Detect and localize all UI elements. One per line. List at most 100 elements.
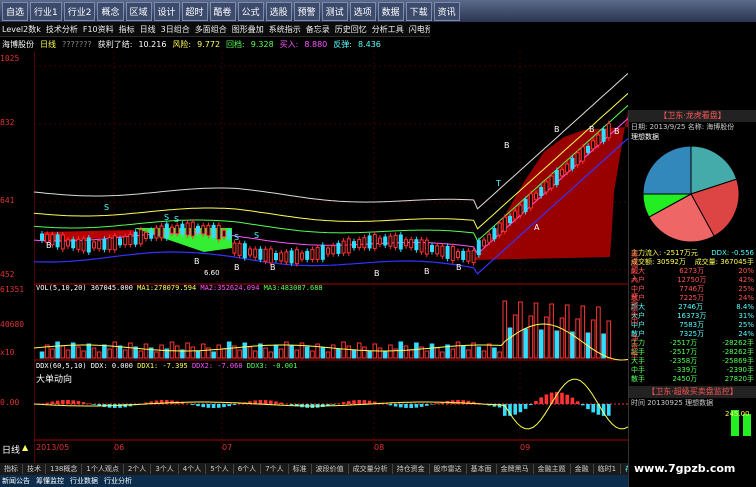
ddx-bar [206, 404, 211, 408]
buy-rows: 超大 6273万 20% 大户 12750万 42% 中户 7746万 25% 散户 7225万 24… [629, 267, 756, 303]
menu-button[interactable]: 公式 [237, 1, 264, 21]
menu-button[interactable]: 选股 [265, 1, 292, 21]
toolbar-item[interactable]: 多面组合 [195, 24, 227, 35]
candle-body [196, 225, 200, 233]
module-tab[interactable]: 新闻公告 [2, 476, 30, 486]
net-rows: 主力 -2517万 -28262手 超手 -2517万 -28262手 大手 -2358万 -2… [629, 339, 756, 384]
toolbar-item[interactable]: Level2数k [2, 24, 41, 35]
vertical-buy-label: 资金买入 [630, 250, 639, 282]
menu-button[interactable]: 下载 [405, 1, 432, 21]
candle-body [435, 245, 440, 255]
panel2-bars: 245.00 [629, 408, 756, 438]
period-indicator[interactable]: 日线 [2, 443, 20, 456]
indicator-tab[interactable]: 6个人 [234, 464, 262, 474]
ddx-bar [539, 397, 543, 404]
indicator-tab[interactable]: 临时1 [594, 464, 622, 474]
indicator-tab[interactable]: 金融 [571, 464, 594, 474]
volume-bar [346, 345, 352, 359]
indicator-tab[interactable]: 金牌黑马 [497, 464, 534, 474]
indicator-tab[interactable]: 成交量分析 [349, 464, 393, 474]
indicator-tab[interactable]: 2个人 [124, 464, 152, 474]
bottom-tab-bar: 指标 技术 138概念 1个人观点 2个人 3个人 4个人 5个人 6个人 7个人 标准 波段价值 成交… [0, 463, 628, 487]
vol-ma3: 483087.688 [280, 284, 323, 292]
toolbar-item[interactable]: 3日组合 [161, 24, 190, 35]
indicator-tab[interactable]: 1个人观点 [82, 464, 124, 474]
toolbar-item[interactable]: 技术分析 [46, 24, 78, 35]
date-label: 06 [114, 443, 125, 452]
indicator-tab[interactable]: 3个人 [151, 464, 179, 474]
price-axis-label: 452 [0, 270, 15, 279]
toolbar-item[interactable]: 指标 [119, 24, 135, 35]
indicator-tab[interactable]: 标准 [289, 464, 312, 474]
toolbar-item[interactable]: 闪电预警 [409, 24, 430, 35]
vol-info: VOL(5,10,20) 367045.000 MA1:278079.594 M… [36, 284, 323, 292]
ddx-bar [269, 400, 273, 404]
candle-body [591, 140, 596, 150]
toolbar-item[interactable]: 图形叠加 [232, 24, 264, 35]
indicator-tab[interactable]: 持仓资金 [393, 464, 430, 474]
toolbar-item[interactable]: 系统指示 [269, 24, 301, 35]
data-row: 超大 2746万 8.4% [629, 303, 756, 312]
toolbar-item[interactable]: 分析工具 [372, 24, 404, 35]
toolbar-item[interactable]: 备忘录 [306, 24, 330, 35]
data-row: 超大 6273万 20% [629, 267, 756, 276]
date-label: 2013/05 [36, 443, 70, 452]
toolbar-item[interactable]: 日线 [140, 24, 156, 35]
data-row: 散户 7225万 24% [629, 294, 756, 303]
data-cell: 24% [738, 294, 754, 302]
ddx-bar [341, 402, 346, 404]
kline-chart[interactable]: SSS SSBBB BB B BBB B BT6.60A [34, 52, 628, 463]
menu-button[interactable]: 资讯 [433, 1, 460, 21]
volume-bar [476, 346, 482, 359]
ddx-bar [456, 400, 460, 404]
menu-button[interactable]: 酷卷 [209, 1, 236, 21]
pie-slice [642, 145, 692, 195]
stock-name[interactable]: 海博股份 [2, 39, 34, 50]
candle-body [580, 146, 585, 162]
toolbar-item[interactable]: 历史回忆 [335, 24, 367, 35]
indicator-tab[interactable]: 股市雷达 [430, 464, 467, 474]
indicator-tab[interactable]: 存为模板 [621, 464, 628, 474]
indicator-tab[interactable]: 5个人 [206, 464, 234, 474]
menu-button[interactable]: 预警 [293, 1, 320, 21]
candle-body [185, 222, 190, 236]
candle-body [102, 238, 107, 250]
module-tab[interactable]: 行业分析 [104, 476, 132, 486]
menu-button[interactable]: 行业1 [30, 1, 62, 21]
module-tab[interactable]: 筹懂监控 [36, 476, 64, 486]
candle-body [315, 246, 320, 260]
menu-button[interactable]: 区域 [125, 1, 152, 21]
indicator-tab[interactable]: 波段价值 [312, 464, 349, 474]
candle-body [357, 239, 362, 249]
indicator-tab[interactable]: 指标 [0, 464, 23, 474]
candle-body [112, 235, 117, 251]
candle-body [534, 192, 538, 200]
menu-button[interactable]: 数据 [377, 1, 404, 21]
menu-button[interactable]: 自选 [2, 1, 29, 21]
indicator-tab[interactable]: 138概念 [46, 464, 83, 474]
volume-bar [388, 344, 393, 359]
menu-button[interactable]: 概念 [97, 1, 124, 21]
indicator-tab[interactable]: 7个人 [261, 464, 289, 474]
indicator-tab[interactable]: 4个人 [179, 464, 207, 474]
ddx-bar [347, 401, 351, 404]
candle-body [430, 244, 434, 252]
s-label: S [254, 231, 259, 240]
menu-button[interactable]: 测试 [321, 1, 348, 21]
vol-value: 367045.000 [90, 284, 133, 292]
indicator-tab[interactable]: 金融主题 [534, 464, 571, 474]
menu-button[interactable]: 行业2 [63, 1, 96, 21]
candle-body [539, 187, 544, 197]
module-tab[interactable]: 行业数据 [70, 476, 98, 486]
indicator-tab[interactable]: 基本面 [467, 464, 497, 474]
menu-button[interactable]: 选项 [349, 1, 376, 21]
ddx-bar [570, 397, 575, 404]
candle-body [81, 238, 86, 252]
menu-button[interactable]: 设计 [153, 1, 180, 21]
indicator-tab[interactable]: 技术 [23, 464, 46, 474]
ddx-value: DDX: 0.000 [90, 362, 133, 370]
toolbar-item[interactable]: F10资料 [83, 24, 114, 35]
data-cell: 散手 [631, 375, 645, 383]
menu-button[interactable]: 超时 [181, 1, 208, 21]
candle-body [487, 233, 492, 243]
